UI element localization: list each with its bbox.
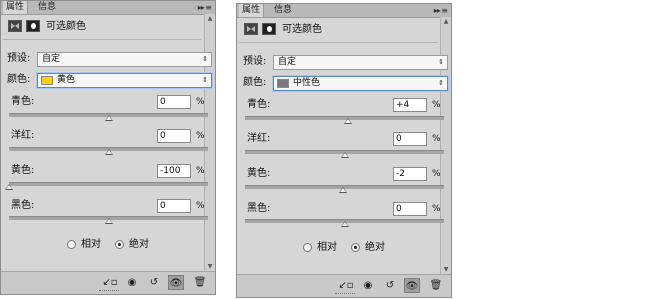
header-divider xyxy=(239,42,437,43)
colors-dropdown[interactable]: 黄色 ⇕ xyxy=(37,73,212,88)
panel-menu-icon[interactable]: ▸▸ ≡ xyxy=(198,1,212,14)
dropdown-arrow-icon: ⇕ xyxy=(438,58,444,66)
panel-header: 可选颜色 xyxy=(1,15,203,39)
black-label: 黑色: xyxy=(247,203,271,214)
absolute-label: 绝对 xyxy=(365,242,385,253)
color-swatch xyxy=(277,79,289,88)
magenta-label: 洋红: xyxy=(11,130,35,141)
selective-color-adjustment-icon xyxy=(244,23,258,35)
tab-info[interactable]: 信息 xyxy=(271,4,295,17)
method-radio-group: 相对 绝对 xyxy=(237,242,437,256)
absolute-label: 绝对 xyxy=(129,239,149,250)
black-unit: % xyxy=(196,201,205,211)
layer-mask-icon[interactable] xyxy=(262,23,276,35)
relative-label: 相对 xyxy=(317,242,337,253)
reset-icon[interactable]: ↺ xyxy=(382,278,398,293)
yellow-input[interactable]: -2 xyxy=(393,167,427,181)
black-slider-thumb[interactable] xyxy=(104,218,113,224)
yellow-label: 黄色: xyxy=(11,165,35,176)
dropdown-arrow-icon: ⇕ xyxy=(438,79,444,87)
dropdown-arrow-icon: ⇕ xyxy=(202,76,208,84)
absolute-radio[interactable] xyxy=(115,240,124,249)
resize-grip[interactable] xyxy=(99,290,119,293)
panel-footer: ↙▫ ◉ ↺ 👁 🗑 xyxy=(1,271,215,294)
yellow-slider-thumb[interactable] xyxy=(5,184,13,190)
black-label: 黑色: xyxy=(11,200,35,211)
magenta-input[interactable]: 0 xyxy=(157,129,191,143)
clip-to-layer-icon[interactable]: ↙▫ xyxy=(102,275,118,290)
clip-to-layer-icon[interactable]: ↙▫ xyxy=(338,278,354,293)
cyan-slider-thumb[interactable] xyxy=(344,118,353,124)
scroll-up-icon[interactable]: ▲ xyxy=(442,18,450,26)
view-previous-state-icon[interactable]: ◉ xyxy=(124,275,140,290)
preset-label: 预设: xyxy=(7,53,31,64)
panel-title: 可选颜色 xyxy=(282,24,322,35)
preset-label: 预设: xyxy=(243,56,267,67)
panel-title: 可选颜色 xyxy=(46,21,86,32)
yellow-unit: % xyxy=(432,169,441,179)
relative-label: 相对 xyxy=(81,239,101,250)
magenta-unit: % xyxy=(196,131,205,141)
scroll-up-icon[interactable]: ▲ xyxy=(206,15,214,23)
properties-panel-left: 属性 信息 ▸▸ ≡ 可选颜色 ▲ ▼ 预设: 自定 ⇕ 颜色: 黄色 ⇕ 青色… xyxy=(0,0,216,295)
yellow-unit: % xyxy=(196,166,205,176)
dropdown-arrow-icon: ⇕ xyxy=(202,55,208,63)
scroll-down-icon[interactable]: ▼ xyxy=(442,266,450,274)
black-slider-thumb[interactable] xyxy=(340,221,349,227)
scroll-down-icon[interactable]: ▼ xyxy=(206,263,214,271)
relative-radio[interactable] xyxy=(67,240,76,249)
yellow-label: 黄色: xyxy=(247,168,271,179)
cyan-label: 青色: xyxy=(11,96,35,107)
preset-dropdown[interactable]: 自定 ⇕ xyxy=(37,52,212,67)
tab-properties[interactable]: 属性 xyxy=(239,4,265,17)
magenta-slider-thumb[interactable] xyxy=(340,152,349,158)
cyan-input[interactable]: 0 xyxy=(157,95,191,109)
colors-value: 中性色 xyxy=(293,78,321,88)
method-radio-group: 相对 绝对 xyxy=(1,239,201,253)
layer-mask-icon[interactable] xyxy=(26,20,40,32)
cyan-slider-thumb[interactable] xyxy=(104,115,113,121)
magenta-slider-thumb[interactable] xyxy=(104,149,113,155)
selective-color-adjustment-icon xyxy=(8,20,22,32)
tab-properties[interactable]: 属性 xyxy=(3,1,29,14)
reset-icon[interactable]: ↺ xyxy=(146,275,162,290)
magenta-input[interactable]: 0 xyxy=(393,132,427,146)
cyan-label: 青色: xyxy=(247,99,271,110)
panel-header: 可选颜色 xyxy=(237,18,439,42)
panel-menu-icon[interactable]: ▸▸ ≡ xyxy=(434,4,448,17)
properties-panel-right: 属性 信息 ▸▸ ≡ 可选颜色 ▲ ▼ 预设: 自定 ⇕ 颜色: 中性色 ⇕ 青… xyxy=(236,3,452,298)
colors-label: 颜色: xyxy=(7,74,31,85)
black-input[interactable]: 0 xyxy=(157,199,191,213)
delete-icon[interactable]: 🗑 xyxy=(192,275,208,290)
black-unit: % xyxy=(432,204,441,214)
preset-value: 自定 xyxy=(278,57,297,67)
tab-bar: 属性 信息 ▸▸ ≡ xyxy=(1,1,215,15)
color-swatch xyxy=(41,76,53,85)
yellow-slider-thumb[interactable] xyxy=(338,187,347,193)
magenta-label: 洋红: xyxy=(247,133,271,144)
colors-value: 黄色 xyxy=(57,75,76,85)
colors-label: 颜色: xyxy=(243,77,267,88)
cyan-unit: % xyxy=(196,97,205,107)
preset-dropdown[interactable]: 自定 ⇕ xyxy=(273,55,448,70)
tab-bar: 属性 信息 ▸▸ ≡ xyxy=(237,4,451,18)
resize-grip[interactable] xyxy=(335,293,355,296)
cyan-unit: % xyxy=(432,100,441,110)
magenta-unit: % xyxy=(432,134,441,144)
colors-dropdown[interactable]: 中性色 ⇕ xyxy=(273,76,448,91)
relative-radio[interactable] xyxy=(303,243,312,252)
tab-info[interactable]: 信息 xyxy=(35,1,59,14)
delete-icon[interactable]: 🗑 xyxy=(428,278,444,293)
cyan-input[interactable]: +4 xyxy=(393,98,427,112)
black-input[interactable]: 0 xyxy=(393,202,427,216)
preset-value: 自定 xyxy=(42,54,61,64)
toggle-visibility-icon[interactable]: 👁 xyxy=(404,278,420,293)
absolute-radio[interactable] xyxy=(351,243,360,252)
yellow-input[interactable]: -100 xyxy=(157,164,191,178)
panel-footer: ↙▫ ◉ ↺ 👁 🗑 xyxy=(237,274,451,297)
yellow-slider-track[interactable] xyxy=(9,182,208,186)
toggle-visibility-icon[interactable]: 👁 xyxy=(168,275,184,290)
header-divider xyxy=(3,39,201,40)
view-previous-state-icon[interactable]: ◉ xyxy=(360,278,376,293)
